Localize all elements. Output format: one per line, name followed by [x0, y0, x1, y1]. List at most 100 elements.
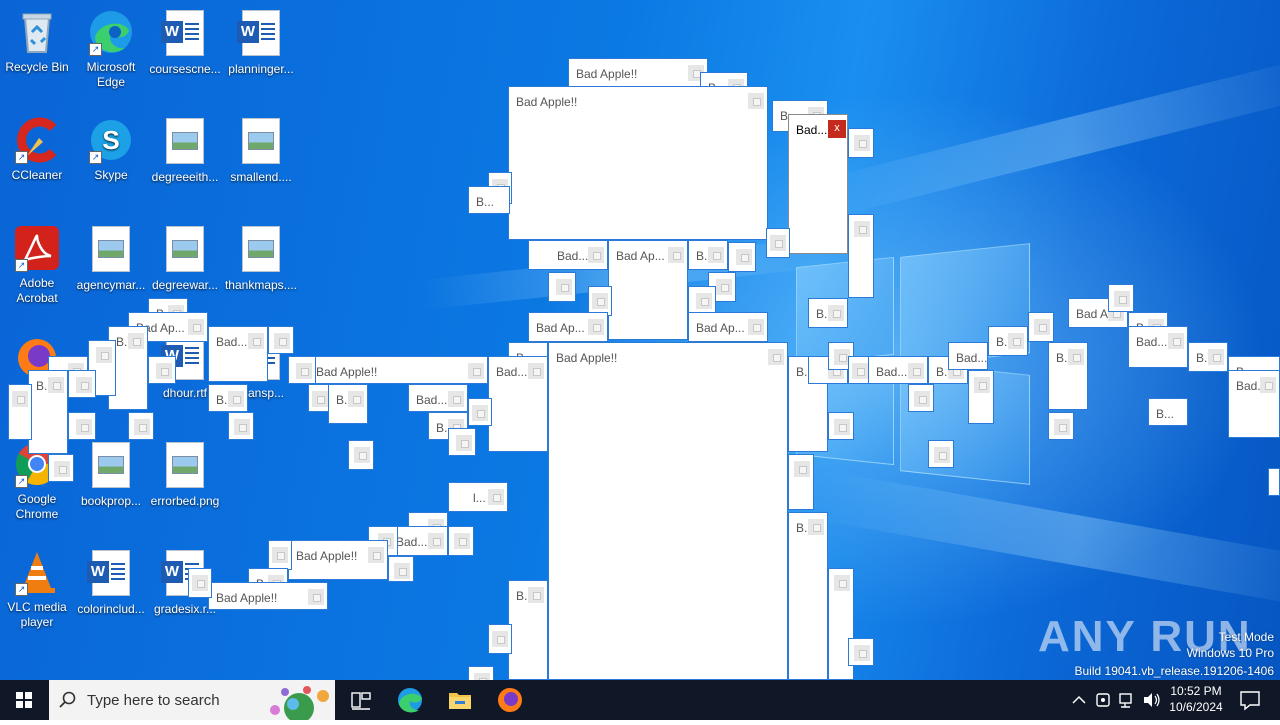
close-button[interactable]: [454, 533, 470, 549]
message-box[interactable]: [788, 454, 814, 510]
message-box[interactable]: [828, 412, 854, 440]
message-box[interactable]: B...: [208, 384, 248, 412]
message-box[interactable]: [8, 384, 32, 440]
message-box[interactable]: [388, 556, 414, 582]
message-box[interactable]: Bad Apple!!: [208, 582, 328, 610]
close-button[interactable]: [808, 519, 824, 535]
taskbar-edge-button[interactable]: [390, 680, 430, 720]
message-box[interactable]: B...: [468, 186, 510, 214]
close-button[interactable]: [736, 249, 752, 265]
close-button[interactable]: [296, 363, 312, 379]
message-box[interactable]: B...: [1188, 342, 1228, 372]
desktop-icon-coursescne[interactable]: W coursescne...: [148, 8, 222, 77]
message-box[interactable]: B...: [28, 370, 68, 454]
close-button[interactable]: [768, 349, 784, 365]
close-button[interactable]: [274, 333, 290, 349]
close-button[interactable]: [592, 293, 608, 309]
message-box[interactable]: [488, 624, 512, 654]
close-button[interactable]: [748, 319, 764, 335]
message-box[interactable]: [288, 356, 316, 384]
close-button[interactable]: [1260, 377, 1276, 393]
message-box[interactable]: [548, 272, 576, 302]
message-box[interactable]: [448, 526, 474, 556]
desktop-icon-degreewar[interactable]: degreewar...: [148, 224, 222, 293]
close-button[interactable]: [428, 533, 444, 549]
message-box[interactable]: [848, 214, 874, 298]
close-button[interactable]: [1008, 333, 1024, 349]
close-button[interactable]: [448, 391, 464, 407]
message-box[interactable]: Bad Apple!!: [568, 58, 708, 88]
message-box[interactable]: [968, 370, 994, 424]
message-box[interactable]: Bad Apple!!: [308, 356, 488, 384]
close-button[interactable]: [348, 391, 364, 407]
desktop-icon-recycle-bin[interactable]: Recycle Bin: [0, 8, 74, 75]
close-button[interactable]: [368, 547, 384, 563]
desktop-icon-errorbed[interactable]: errorbed.png: [148, 440, 222, 509]
close-button[interactable]: [588, 247, 604, 263]
message-box[interactable]: B...: [988, 326, 1028, 356]
close-button[interactable]: [48, 377, 64, 393]
close-button[interactable]: [492, 631, 508, 647]
close-button[interactable]: [834, 419, 850, 435]
desktop-icon-bookprop[interactable]: bookprop...: [74, 440, 148, 509]
close-button[interactable]: [468, 363, 484, 379]
close-button[interactable]: [852, 363, 868, 379]
message-box[interactable]: [1048, 412, 1074, 440]
close-button[interactable]: [974, 377, 990, 393]
message-box[interactable]: [928, 440, 954, 468]
message-box[interactable]: B...: [688, 240, 728, 270]
message-box[interactable]: B...: [1048, 342, 1088, 410]
network-button[interactable]: [1116, 680, 1138, 720]
desktop-icon-degreeeith[interactable]: degreeeith...: [148, 116, 222, 185]
message-box[interactable]: [148, 356, 176, 384]
close-button[interactable]: [272, 547, 288, 563]
taskbar-explorer-button[interactable]: [440, 680, 480, 720]
message-box[interactable]: Bad Ap...: [608, 240, 688, 340]
message-box[interactable]: [48, 454, 74, 482]
message-box[interactable]: [228, 412, 254, 440]
message-box[interactable]: [1108, 284, 1134, 312]
message-box[interactable]: Bad Apple!!: [508, 86, 768, 240]
close-button[interactable]: [854, 135, 870, 151]
desktop-icon-thankmaps[interactable]: thankmaps....: [224, 224, 298, 293]
close-button[interactable]: [528, 363, 544, 379]
close-button[interactable]: [696, 293, 712, 309]
close-button[interactable]: [472, 405, 488, 421]
message-box[interactable]: Bad...: [208, 326, 268, 382]
desktop-icon-acrobat[interactable]: ↗ Adobe Acrobat: [0, 224, 74, 306]
close-button[interactable]: [914, 391, 930, 407]
close-button[interactable]: [770, 235, 786, 251]
message-box[interactable]: Bad Apple!!: [548, 342, 788, 680]
desktop-icon-edge[interactable]: ↗ Microsoft Edge: [74, 8, 148, 90]
message-box[interactable]: l...: [448, 482, 508, 512]
message-box[interactable]: [1028, 312, 1054, 342]
message-box[interactable]: Bad...: [948, 342, 988, 370]
close-button[interactable]: [834, 575, 850, 591]
message-box[interactable]: [848, 128, 874, 158]
search-box[interactable]: Type here to search: [49, 680, 335, 720]
close-button[interactable]: [248, 333, 264, 349]
message-box[interactable]: [468, 666, 494, 680]
message-box[interactable]: [268, 540, 292, 570]
close-button[interactable]: [934, 447, 950, 463]
message-box[interactable]: [766, 228, 790, 258]
message-box[interactable]: B...: [328, 384, 368, 424]
desktop-icon-agencymar[interactable]: agencymar...: [74, 224, 148, 293]
close-button[interactable]: [228, 391, 244, 407]
message-box[interactable]: Bad...: [408, 384, 468, 412]
close-button[interactable]: [12, 391, 28, 407]
close-button[interactable]: [134, 419, 150, 435]
close-button[interactable]: [76, 377, 92, 393]
message-box[interactable]: B...: [808, 298, 848, 328]
message-box[interactable]: [68, 412, 96, 440]
close-button[interactable]: [96, 347, 112, 363]
close-button[interactable]: [556, 279, 572, 295]
message-box[interactable]: B...: [788, 512, 828, 680]
close-button[interactable]: [528, 587, 544, 603]
action-center-button[interactable]: [1230, 680, 1270, 720]
close-button[interactable]: [54, 461, 70, 477]
close-button[interactable]: [708, 247, 724, 263]
show-hidden-icons-button[interactable]: [1068, 680, 1090, 720]
close-button[interactable]: [156, 363, 172, 379]
message-box[interactable]: Bad Ap...: [528, 312, 608, 342]
